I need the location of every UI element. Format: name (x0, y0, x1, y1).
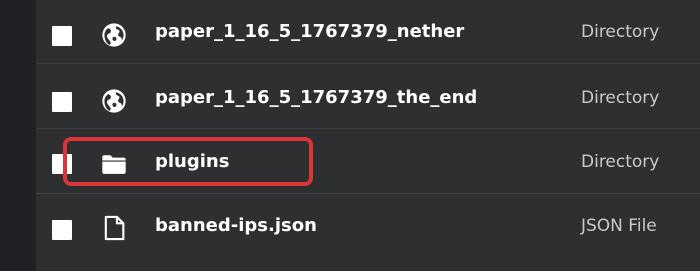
row-checkbox[interactable] (52, 154, 72, 174)
globe-icon (102, 89, 126, 113)
row-checkbox[interactable] (52, 220, 72, 240)
file-type: Directory (581, 22, 660, 42)
file-type: JSON File (581, 216, 657, 236)
folder-icon (102, 155, 126, 174)
file-name[interactable]: plugins (155, 147, 229, 177)
file-name[interactable]: paper_1_16_5_1767379_nether (155, 17, 464, 47)
file-name[interactable]: paper_1_16_5_1767379_the_end (155, 83, 477, 113)
row-checkbox[interactable] (52, 26, 72, 46)
left-strip (0, 0, 36, 271)
file-list: paper_1_16_5_1767379_nether Directory pa… (36, 0, 700, 271)
file-name[interactable]: banned-ips.json (155, 211, 317, 241)
file-type: Directory (581, 88, 660, 108)
globe-icon (102, 23, 126, 47)
row-checkbox[interactable] (52, 92, 72, 112)
file-type: Directory (581, 152, 660, 172)
file-icon (104, 215, 125, 241)
